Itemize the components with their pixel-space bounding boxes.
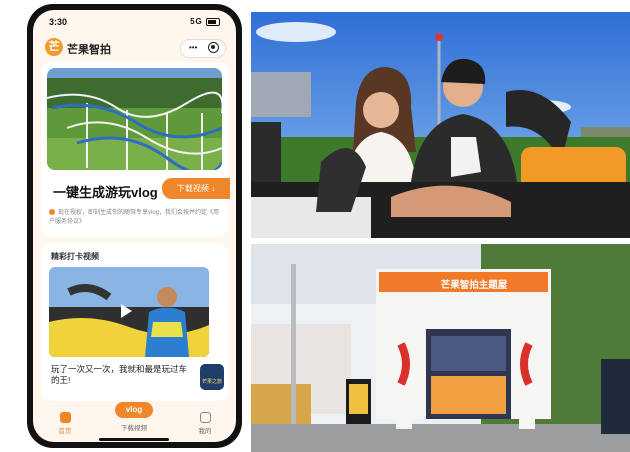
app-title: 芒果智拍 [67, 44, 111, 56]
phone-frame: 3:30 5G 芒 芒果智拍 ••• 一键生成游玩vlog 下载视频 ↓ 现在授… [27, 4, 242, 448]
bottom-tab-bar: 首页 vlog 下载视频 我的 [33, 402, 236, 442]
network-label: 5G [190, 17, 203, 26]
home-indicator [99, 438, 169, 441]
checkin-video-card: 精彩打卡视频 玩了一次又一次，我就和最是玩过车的王! 芒果之旅 [41, 243, 228, 401]
profile-icon [199, 412, 211, 423]
signal-indicator: 5G [190, 17, 220, 26]
tab-home[interactable]: 首页 [45, 412, 85, 435]
play-icon[interactable] [121, 304, 132, 318]
download-video-button[interactable]: 下载视频 ↓ [162, 178, 230, 199]
info-dot-icon [49, 209, 55, 215]
target-icon[interactable] [208, 42, 219, 53]
authorization-notice: 现在授权，即刻生成你的随驾专享vlog，我们会按并约定《用户服务协议》 [49, 209, 221, 227]
vlog-title: 一键生成游玩vlog [53, 185, 158, 200]
couple-on-coaster-photo [251, 12, 630, 238]
tab-me-label: 我的 [198, 428, 212, 435]
vlog-card: 一键生成游玩vlog 下载视频 ↓ 现在授权，即刻生成你的随驾专享vlog，我们… [41, 62, 230, 237]
mini-program-capsule[interactable]: ••• [180, 39, 226, 58]
kiosk-sign: 芒果智拍主题屋 [440, 280, 508, 291]
section-title: 精彩打卡视频 [51, 252, 99, 261]
app-header: 芒 芒果智拍 ••• [33, 34, 236, 60]
tab-download[interactable]: vlog 下载视频 [114, 402, 154, 432]
status-bar: 3:30 5G [33, 10, 236, 32]
mango-trip-badge[interactable]: 芒果之旅 [200, 364, 224, 390]
tab-home-label: 首页 [58, 428, 72, 435]
more-icon[interactable]: ••• [189, 43, 197, 52]
home-icon [59, 412, 71, 423]
tab-me[interactable]: 我的 [185, 412, 225, 435]
battery-icon [206, 17, 220, 26]
video-caption: 玩了一次又一次，我就和最是玩过车的王! [51, 364, 188, 385]
app-logo-icon: 芒 [45, 38, 63, 56]
phone-screen: 3:30 5G 芒 芒果智拍 ••• 一键生成游玩vlog 下载视频 ↓ 现在授… [33, 10, 236, 442]
video-thumbnail[interactable] [49, 267, 209, 357]
notice-text: 现在授权，即刻生成你的随驾专享vlog，我们会按并约定《用户服务协议》 [49, 210, 220, 225]
roller-coaster-image [47, 68, 222, 170]
tab-download-label: 下载视频 [121, 425, 147, 432]
status-time: 3:30 [49, 17, 68, 27]
vlog-pill: vlog [115, 402, 153, 418]
